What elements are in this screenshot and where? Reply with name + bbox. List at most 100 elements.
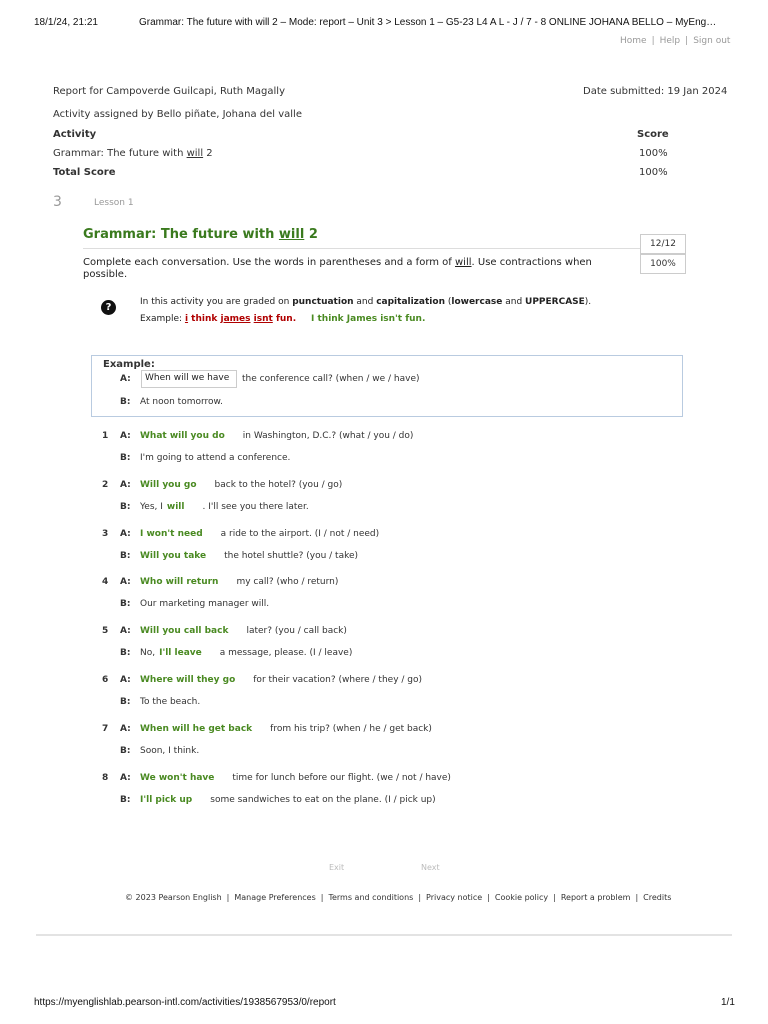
copyright: © 2023 Pearson English (125, 893, 222, 902)
wrong-word: think (188, 314, 221, 324)
activity-title: Grammar: The future with will 2 (83, 227, 318, 242)
item-b-line: Will you take the hotel shuttle? (you / t… (140, 551, 358, 561)
terms-link[interactable]: Terms and conditions (328, 893, 413, 902)
credits-link[interactable]: Credits (643, 893, 671, 902)
tip-capitalization: capitalization (376, 297, 445, 307)
separator: | (553, 893, 556, 902)
instructions-text: Complete each conversation. Use the word… (83, 257, 455, 268)
item-a-line: When will he get back from his trip? (whe… (140, 724, 432, 734)
tip-grading: In this activity you are graded on punct… (140, 297, 591, 307)
item-b-text-after: the hotel shuttle? (you / take) (224, 551, 359, 561)
lesson-label: Lesson 1 (94, 198, 134, 208)
item-a-label: A: (120, 431, 131, 441)
item-b-label: B: (120, 746, 131, 756)
item-a-text-after: from his trip? (when / he / get back) (270, 724, 432, 734)
example-a-text: the conference call? (when / we / have) (242, 374, 420, 384)
item-b-answer[interactable]: Will you take (140, 551, 206, 561)
item-number: 6 (102, 675, 109, 685)
privacy-link[interactable]: Privacy notice (426, 893, 482, 902)
item-a-answer[interactable]: Will you call back (140, 626, 228, 636)
item-b-text-after: a message, please. (I / leave) (219, 648, 353, 658)
item-b-text-after: some sandwiches to eat on the plane. (I … (210, 795, 436, 805)
item-a-line: Where will they go for their vacation? (w… (140, 675, 422, 685)
item-b-text: Our marketing manager will. (140, 599, 270, 609)
item-a-answer[interactable]: Who will return (140, 577, 218, 587)
item-b-label: B: (120, 453, 131, 463)
item-a-line: Will you call back later? (you / call bac… (140, 626, 347, 636)
exit-button[interactable]: Exit (329, 863, 344, 872)
item-b-label: B: (120, 648, 131, 658)
tip-text: In this activity you are graded on (140, 297, 293, 307)
item-a-label: A: (120, 529, 131, 539)
item-b-answer[interactable]: I'll leave (159, 648, 202, 658)
separator: | (635, 893, 639, 902)
item-a-answer[interactable]: We won't have (140, 773, 214, 783)
item-b-label: B: (120, 599, 131, 609)
item-number: 7 (102, 724, 109, 734)
tip-punctuation: punctuation (292, 297, 354, 307)
example-b-label: B: (120, 397, 131, 407)
separator: | (487, 893, 490, 902)
example-answer-input[interactable]: When will we have (141, 370, 237, 388)
item-a-text-after: back to the hotel? (you / go) (214, 480, 343, 490)
manage-preferences-link[interactable]: Manage Preferences (234, 893, 315, 902)
separator: | (651, 36, 655, 46)
activity-name[interactable]: Grammar: The future with will 2 (53, 148, 213, 159)
item-a-answer[interactable]: What will you do (140, 431, 225, 441)
cookie-policy-link[interactable]: Cookie policy (495, 893, 548, 902)
correct-example: I think James isn't fun. (311, 314, 426, 324)
next-button[interactable]: Next (421, 863, 440, 872)
item-b-label: B: (120, 551, 131, 561)
item-a-text-after: my call? (who / return) (236, 577, 339, 587)
example-b-text: At noon tomorrow. (140, 397, 223, 407)
bottom-divider (36, 934, 732, 936)
sign-out-link[interactable]: Sign out (693, 36, 730, 46)
item-a-text-after: time for lunch before our flight. (we / … (232, 773, 451, 783)
instructions: Complete each conversation. Use the word… (83, 257, 593, 281)
item-a-line: We won't have time for lunch before our f… (140, 773, 451, 783)
item-a-label: A: (120, 626, 131, 636)
item-b-text: I'm going to attend a conference. (140, 453, 291, 463)
item-a-line: I won't need a ride to the airport. (I / … (140, 529, 379, 539)
item-a-answer[interactable]: When will he get back (140, 724, 252, 734)
help-link[interactable]: Help (660, 36, 681, 46)
home-link[interactable]: Home (620, 36, 647, 46)
item-a-answer[interactable]: Where will they go (140, 675, 235, 685)
item-b-text-after: . I'll see you there later. (202, 502, 309, 512)
item-number: 8 (102, 773, 109, 783)
item-a-label: A: (120, 724, 131, 734)
footer-links: © 2023 Pearson English | Manage Preference… (125, 893, 671, 902)
print-datetime: 18/1/24, 21:21 (34, 17, 98, 28)
activity-score: 100% (639, 148, 668, 159)
tip-text: and (353, 297, 377, 307)
print-url: https://myenglishlab.pearson-intl.com/ac… (34, 997, 336, 1008)
separator: | (320, 893, 324, 902)
report-problem-link[interactable]: Report a problem (561, 893, 631, 902)
top-links: Home | Help | Sign out (620, 36, 730, 46)
item-b-label: B: (120, 795, 131, 805)
tip-lowercase: lowercase (451, 297, 503, 307)
item-b-line: To the beach. (140, 697, 200, 707)
item-number: 3 (102, 529, 109, 539)
help-icon: ? (101, 300, 116, 315)
title-divider (83, 248, 640, 249)
item-b-answer[interactable]: will (167, 502, 185, 512)
item-a-answer[interactable]: I won't need (140, 529, 203, 539)
tip-example: Example: i think james isnt fun. (140, 314, 296, 324)
lesson-number: 3 (53, 194, 62, 210)
item-b-line: Our marketing manager will. (140, 599, 269, 609)
item-b-line: Yes, I will . I'll see you there later. (140, 502, 309, 512)
tip-uppercase: UPPERCASE (525, 297, 585, 307)
wrong-word: james (220, 314, 251, 324)
item-a-line: What will you do in Washington, D.C.? (wh… (140, 431, 413, 441)
item-b-answer[interactable]: I'll pick up (140, 795, 192, 805)
item-b-line: I'm going to attend a conference. (140, 453, 290, 463)
item-b-line: Soon, I think. (140, 746, 199, 756)
item-a-answer[interactable]: Will you go (140, 480, 197, 490)
col-activity-header: Activity (53, 129, 97, 140)
item-b-text: No, (140, 648, 156, 658)
activity-name-suffix: 2 (203, 148, 213, 159)
activity-title-will: will (278, 227, 305, 242)
wrong-word: fun (272, 314, 293, 324)
item-a-text-after: later? (you / call back) (246, 626, 347, 636)
